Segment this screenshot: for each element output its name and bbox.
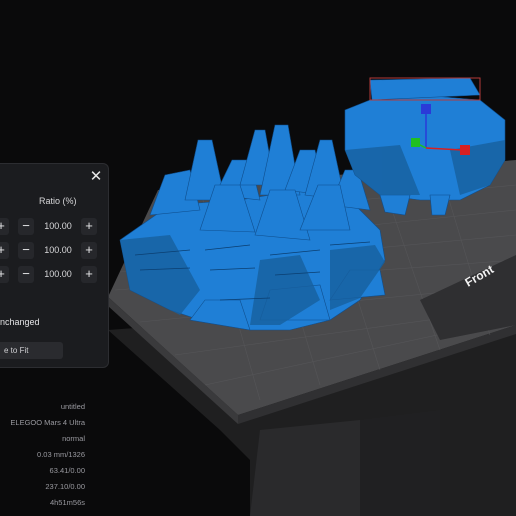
scale-row-x: + − 100.00 + (0, 218, 109, 236)
volume-info: 63.41/0.00 (49, 466, 85, 475)
decrement-button[interactable]: − (18, 266, 34, 283)
ratio-header: Ratio (%) (39, 196, 77, 206)
increment-button[interactable]: + (0, 242, 9, 259)
ratio-z-input[interactable]: 100.00 (37, 266, 79, 283)
scale-panel: ✕ Ratio (%) + − 100.00 + + − 100.00 + + … (0, 163, 109, 368)
cost-info: 237.10/0.00 (45, 482, 85, 491)
scale-row-y: + − 100.00 + (0, 242, 109, 260)
close-icon[interactable]: ✕ (89, 169, 103, 184)
decrement-button[interactable]: − (18, 242, 34, 259)
base-column-side (360, 410, 440, 516)
printer-name: ELEGOO Mars 4 Ultra (10, 418, 85, 427)
print-mode: normal (62, 434, 85, 443)
increment-button[interactable]: + (81, 266, 97, 283)
keep-unchanged-label[interactable]: nchanged (0, 317, 40, 327)
ratio-x-input[interactable]: 100.00 (37, 218, 79, 235)
scale-row-z: + − 100.00 + (0, 266, 109, 284)
scale-to-fit-button[interactable]: e to Fit (0, 342, 63, 359)
ratio-y-input[interactable]: 100.00 (37, 242, 79, 259)
gizmo-y-handle[interactable] (411, 138, 420, 147)
print-time: 4h51m56s (49, 498, 85, 507)
base-column (250, 420, 360, 516)
increment-button[interactable]: + (0, 266, 9, 283)
increment-button[interactable]: + (81, 242, 97, 259)
decrement-button[interactable]: − (18, 218, 34, 235)
gizmo-x-handle[interactable] (460, 145, 470, 155)
increment-button[interactable]: + (81, 218, 97, 235)
gizmo-z-handle[interactable] (421, 104, 431, 114)
increment-button[interactable]: + (0, 218, 9, 235)
layer-info: 0.03 mm/1326 (37, 450, 85, 459)
file-name: untitled (60, 402, 85, 411)
